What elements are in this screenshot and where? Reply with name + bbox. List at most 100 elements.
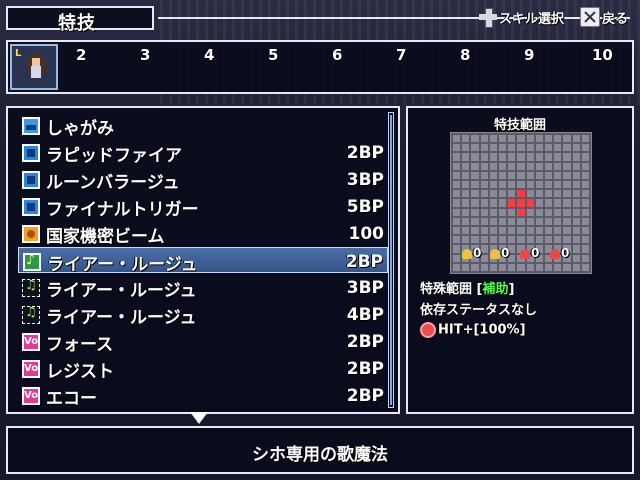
range-cell bbox=[563, 217, 571, 225]
range-title: 特技範囲 bbox=[493, 118, 546, 133]
song-plus-icon bbox=[22, 278, 40, 297]
range-cell bbox=[462, 236, 470, 244]
range-cell bbox=[471, 236, 479, 244]
range-cell bbox=[535, 135, 543, 143]
hit-text: HIT+[100%] bbox=[438, 322, 526, 338]
range-cell bbox=[581, 217, 589, 225]
range-cell bbox=[453, 153, 461, 161]
skill-row[interactable]: ラピッドファイア 2BP bbox=[18, 139, 388, 166]
range-cell bbox=[517, 144, 525, 152]
range-cell bbox=[544, 208, 553, 216]
party-slot-1[interactable]: L bbox=[10, 44, 58, 90]
scroll-down-arrow-icon[interactable] bbox=[190, 412, 208, 424]
title-box: 特技 bbox=[6, 6, 154, 34]
party-slot-9[interactable]: 9 bbox=[524, 46, 534, 64]
yellow-marker-icon bbox=[462, 248, 472, 259]
range-cell bbox=[517, 236, 525, 244]
range-cell bbox=[489, 199, 497, 207]
range-cell bbox=[563, 226, 571, 235]
scrollbar-thumb[interactable] bbox=[390, 115, 392, 405]
range-cell bbox=[480, 135, 488, 143]
party-slot-3[interactable]: 3 bbox=[140, 46, 150, 64]
skill-cost: 2BP bbox=[346, 359, 384, 379]
range-cell bbox=[535, 144, 543, 152]
party-slot-2[interactable]: 2 bbox=[76, 46, 86, 64]
range-cell bbox=[544, 199, 553, 207]
range-cell bbox=[498, 236, 507, 244]
skill-row[interactable]: 国家機密ビーム 100 bbox=[18, 220, 388, 247]
song-icon bbox=[23, 252, 41, 271]
range-cell-active bbox=[517, 208, 525, 216]
range-cell bbox=[581, 199, 589, 207]
modifier-value: 0 bbox=[473, 246, 482, 260]
range-cell bbox=[526, 226, 534, 235]
range-cell bbox=[572, 135, 580, 143]
range-cell bbox=[498, 208, 507, 216]
range-cell bbox=[462, 199, 470, 207]
range-cell bbox=[563, 236, 571, 244]
modifier-value: 0 bbox=[501, 246, 510, 260]
modifier: 0 bbox=[550, 246, 569, 260]
hint-back[interactable]: 戻る bbox=[580, 7, 628, 27]
range-cell bbox=[453, 171, 461, 179]
party-slot-10[interactable]: 10 bbox=[592, 46, 613, 64]
skill-name: ライアー・ルージュ bbox=[46, 281, 197, 301]
range-cell bbox=[453, 217, 461, 225]
skill-row[interactable]: Vo エコー 2BP bbox=[18, 382, 388, 409]
range-cell bbox=[480, 208, 488, 216]
list-scrollbar[interactable] bbox=[388, 112, 394, 408]
skill-row[interactable]: ライアー・ルージュ 3BP bbox=[18, 274, 388, 301]
range-cell bbox=[581, 208, 589, 216]
range-cell bbox=[563, 135, 571, 143]
party-slot-4[interactable]: 4 bbox=[204, 46, 214, 64]
range-cell bbox=[581, 162, 589, 170]
skill-cost: 3BP bbox=[346, 278, 384, 298]
range-cell bbox=[535, 180, 543, 189]
party-slot-7[interactable]: 7 bbox=[396, 46, 406, 64]
skill-row[interactable]: ルーンバラージュ 3BP bbox=[18, 166, 388, 193]
skill-list: しゃがみ ラピッドファイア 2BP ルーンバラージュ 3BP ファイナルトリガー… bbox=[6, 106, 400, 414]
skill-row[interactable]: ファイナルトリガー 5BP bbox=[18, 193, 388, 220]
range-cell bbox=[471, 217, 479, 225]
range-cell bbox=[480, 217, 488, 225]
range-cell bbox=[489, 217, 497, 225]
dependency-text: 依存ステータスなし bbox=[420, 303, 538, 318]
range-cell bbox=[517, 153, 525, 161]
skill-cost: 2BP bbox=[346, 143, 384, 163]
vo-icon: Vo bbox=[22, 387, 40, 405]
party-slot-8[interactable]: 8 bbox=[460, 46, 470, 64]
orange-skill-icon bbox=[22, 225, 40, 243]
skill-name: レジスト bbox=[46, 362, 114, 382]
hint-skill-select[interactable]: スキル選択 bbox=[478, 7, 564, 28]
range-cell bbox=[471, 226, 479, 235]
range-cell bbox=[453, 245, 461, 253]
skill-name: しゃがみ bbox=[46, 119, 114, 139]
range-cell bbox=[581, 236, 589, 244]
skill-row[interactable]: ライアー・ルージュ 4BP bbox=[18, 301, 388, 328]
range-cell bbox=[563, 153, 571, 161]
range-cell bbox=[526, 171, 534, 179]
skill-row[interactable]: Vo フォース 2BP bbox=[18, 328, 388, 355]
range-cell bbox=[526, 236, 534, 244]
party-slot-6[interactable]: 6 bbox=[332, 46, 342, 64]
skill-row[interactable]: しゃがみ bbox=[18, 112, 388, 139]
range-cell bbox=[554, 162, 562, 170]
skill-cost: 2BP bbox=[346, 332, 384, 352]
range-cell bbox=[462, 180, 470, 189]
range-cell bbox=[544, 162, 553, 170]
range-cell bbox=[544, 217, 553, 225]
range-cell bbox=[563, 171, 571, 179]
skill-row[interactable]: Vo レジスト 2BP bbox=[18, 355, 388, 382]
range-cell bbox=[498, 226, 507, 235]
range-cell bbox=[508, 208, 516, 216]
range-cell bbox=[554, 208, 562, 216]
range-cell bbox=[581, 171, 589, 179]
range-cell bbox=[453, 190, 461, 198]
blue-skill-icon bbox=[22, 198, 40, 216]
range-cell bbox=[563, 199, 571, 207]
party-slot-5[interactable]: 5 bbox=[268, 46, 278, 64]
range-cell bbox=[535, 217, 543, 225]
skill-row-selected[interactable]: ライアー・ルージュ 2BP bbox=[18, 247, 388, 275]
range-cell bbox=[462, 226, 470, 235]
range-cell bbox=[508, 171, 516, 179]
